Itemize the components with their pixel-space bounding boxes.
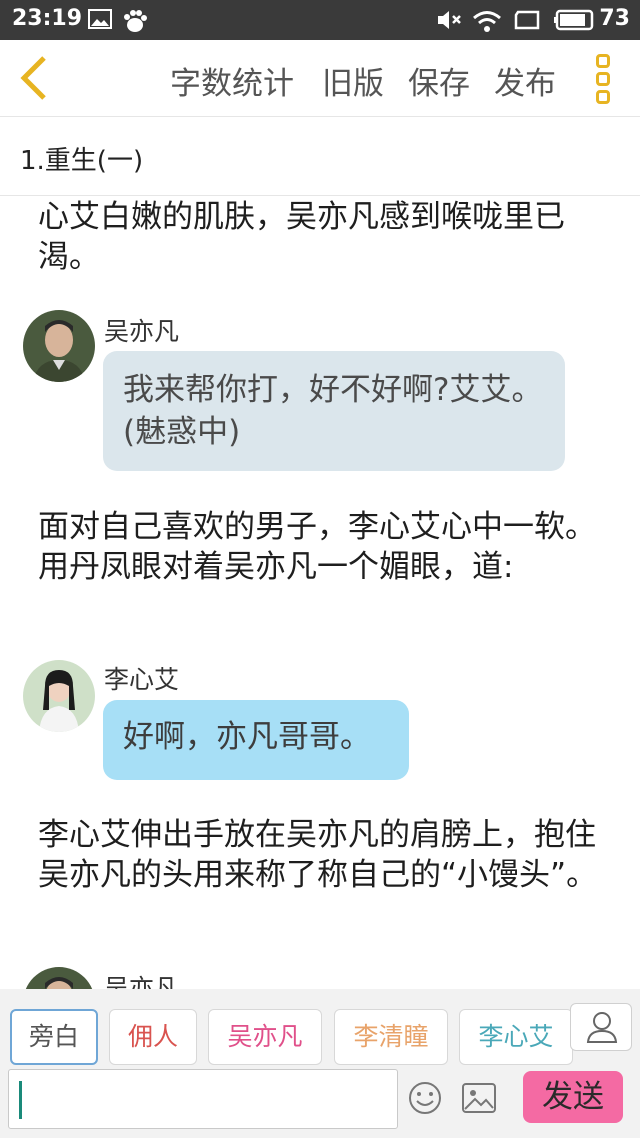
avatar-wu-yifan-icon: [23, 967, 95, 989]
wifi-icon: [473, 11, 501, 32]
save-button[interactable]: 保存: [408, 58, 470, 103]
battery-level: 73: [599, 6, 630, 31]
chapter-title: 1.重生(一): [20, 146, 144, 176]
character-chip-wu-yifan[interactable]: 吴亦凡: [208, 1009, 322, 1065]
publish-button[interactable]: 发布: [494, 58, 556, 103]
dialogue-bubble[interactable]: 我来帮你打，好不好啊?艾艾。(魅惑中): [103, 351, 565, 471]
speaker-name: 吴亦凡: [104, 317, 180, 346]
narration-paragraph: 心艾白嫩的肌肤，吴亦凡感到喉咙里已渴。: [38, 199, 565, 275]
image-icon: [88, 9, 112, 29]
editor-toolbar: 字数统计 旧版 保存 发布: [0, 40, 640, 117]
narration-paragraph: 面对自己喜欢的男子，李心艾心中一软。用丹凤眼对着吴亦凡一个媚眼，道:: [38, 509, 596, 585]
more-vertical-icon[interactable]: [596, 54, 614, 106]
window-icon: [514, 10, 540, 30]
message-input[interactable]: [8, 1069, 398, 1129]
avatar: [23, 310, 95, 382]
status-bar: 23:19 73: [0, 0, 640, 40]
avatar-li-xinai-icon: [23, 660, 95, 732]
baidu-paw-icon: [124, 10, 147, 32]
chevron-left-icon[interactable]: [14, 54, 54, 102]
speaker-name: 吴亦凡: [104, 974, 180, 989]
avatar: [23, 967, 95, 989]
narration-paragraph: 李心艾伸出手放在吴亦凡的肩膀上，抱住吴亦凡的头用来称了称自己的“小馒头”。: [38, 817, 598, 893]
character-chip-narrator[interactable]: 旁白: [10, 1009, 98, 1065]
text-caret: [19, 1081, 22, 1119]
chapter-header[interactable]: 1.重生(一): [0, 118, 640, 196]
battery-icon: [554, 9, 594, 31]
input-bar: 发送: [0, 1069, 640, 1138]
character-chip-servant[interactable]: 佣人: [109, 1009, 197, 1065]
mute-icon: [438, 11, 461, 29]
old-version-button[interactable]: 旧版: [322, 58, 384, 103]
add-character-button[interactable]: [570, 1003, 632, 1051]
character-chip-li-xinai[interactable]: 李心艾: [459, 1009, 573, 1065]
speaker-name: 李心艾: [104, 665, 180, 694]
emoji-icon[interactable]: [408, 1081, 442, 1115]
character-selector: 旁白 佣人 吴亦凡 李清瞳 李心艾: [0, 989, 640, 1069]
person-icon: [586, 1012, 618, 1043]
dialogue-bubble[interactable]: 好啊，亦凡哥哥。: [103, 700, 409, 780]
story-content[interactable]: 心艾白嫩的肌肤，吴亦凡感到喉咙里已渴。 吴亦凡 我来帮你打，好不好啊?艾艾。(魅…: [0, 197, 640, 989]
avatar-wu-yifan-icon: [23, 310, 95, 382]
avatar: [23, 660, 95, 732]
status-time: 23:19: [12, 6, 83, 31]
character-chip-li-qingtong[interactable]: 李清瞳: [334, 1009, 448, 1065]
image-icon[interactable]: [462, 1083, 496, 1113]
send-button[interactable]: 发送: [523, 1071, 623, 1123]
word-count-button[interactable]: 字数统计: [170, 58, 294, 103]
